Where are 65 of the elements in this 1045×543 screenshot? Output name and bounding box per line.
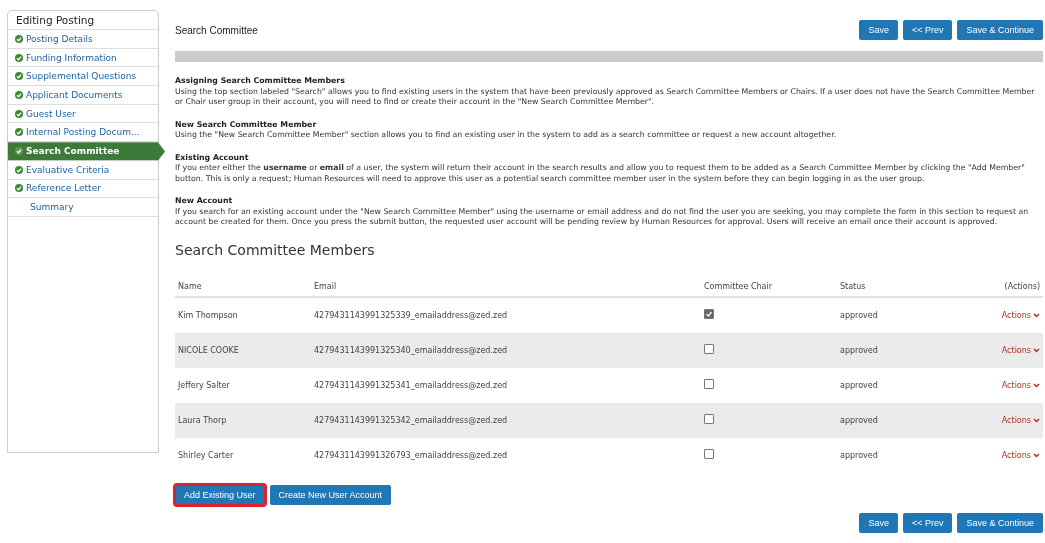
nav-button[interactable]: << Prev (902, 20, 953, 40)
table-cell-text: Jeffery Salter (178, 380, 231, 390)
nav-button[interactable]: << Prev (902, 512, 953, 533)
table-cell-text: approved (840, 415, 879, 425)
sidebar-item[interactable]: Posting Details (8, 30, 158, 49)
table-cell-text: 4279431143991326793_emailaddress@zed.zed (314, 450, 509, 460)
column-header: Email (314, 282, 338, 291)
sidebar-item[interactable]: Summary (8, 198, 158, 217)
actions-link[interactable]: Actions (1001, 310, 1040, 320)
sidebar-item[interactable]: Guest User (8, 104, 158, 124)
table-cell-text: 4279431143991325340_emailaddress@zed.zed (314, 345, 509, 355)
check-circle-icon (15, 53, 23, 62)
sidebar-item[interactable]: Funding Information (8, 48, 158, 68)
column-header: Status (840, 282, 867, 291)
sidebar-item[interactable]: Applicant Documents (8, 86, 158, 105)
check-circle-icon (15, 128, 23, 137)
actions-link[interactable]: Actions (1001, 345, 1040, 355)
chevron-down-icon (1033, 347, 1040, 353)
actions-link[interactable]: Actions (1001, 450, 1040, 460)
check-circle-icon (15, 184, 23, 193)
member-button[interactable]: Add Existing User (175, 484, 265, 505)
table-cell-text: approved (840, 310, 879, 320)
check-circle-icon (15, 72, 23, 81)
nav-button[interactable]: Save & Continue (957, 20, 1043, 40)
chevron-down-icon (1033, 417, 1040, 423)
table-cell-text: 4279431143991325341_emailaddress@zed.zed (314, 380, 509, 390)
check-circle-icon (15, 165, 23, 174)
nav-button[interactable]: Save (859, 512, 898, 533)
member-button[interactable]: Create New User Account (269, 484, 392, 505)
table-cell-text: 4279431143991325342_emailaddress@zed.zed (314, 415, 509, 425)
chevron-down-icon (1033, 382, 1040, 388)
chair-checkbox[interactable] (704, 344, 714, 354)
check-circle-icon (15, 109, 23, 118)
sidebar-item[interactable]: Reference Letter (8, 179, 158, 199)
chevron-down-icon (1033, 312, 1040, 318)
table-cell-text: approved (840, 450, 879, 460)
nav-button[interactable]: Save (859, 20, 898, 40)
chair-checkbox[interactable] (704, 309, 714, 319)
sidebar-item[interactable]: Supplemental Questions (8, 67, 158, 87)
actions-link[interactable]: Actions (1001, 415, 1040, 425)
column-header: Committee Chair (704, 282, 774, 291)
table-cell-text: Laura Thorp (178, 415, 228, 425)
chair-checkbox[interactable] (704, 414, 714, 424)
column-header: Name (178, 282, 203, 291)
sidebar-item[interactable]: Evaluative Criteria (8, 160, 158, 180)
table-cell-text: NICOLE COOKE (178, 345, 240, 355)
table-cell-text: approved (840, 345, 879, 355)
table-cell-text: 4279431143991325339_emailaddress@zed.zed (314, 310, 509, 320)
sidebar-item[interactable]: Internal Posting Docum... (8, 123, 158, 143)
sidebar-title: Editing Posting (8, 11, 158, 30)
chair-checkbox[interactable] (704, 379, 714, 389)
chair-checkbox[interactable] (704, 449, 714, 459)
check-circle-icon (15, 90, 23, 99)
sidebar-item[interactable]: Search Committee (8, 142, 165, 161)
chevron-down-icon (1033, 452, 1040, 458)
check-circle-icon (15, 146, 23, 155)
nav-button[interactable]: Save & Continue (957, 512, 1043, 533)
column-header: (Actions) (1003, 282, 1040, 291)
table-cell-text: Shirley Carter (178, 450, 235, 460)
actions-link[interactable]: Actions (1001, 380, 1040, 390)
check-circle-icon (15, 34, 23, 43)
table-cell-text: Kim Thompson (178, 310, 239, 320)
page-title: Search Committee (175, 24, 258, 36)
members-heading: Search Committee Members (175, 241, 376, 258)
table-cell-text: approved (840, 380, 879, 390)
